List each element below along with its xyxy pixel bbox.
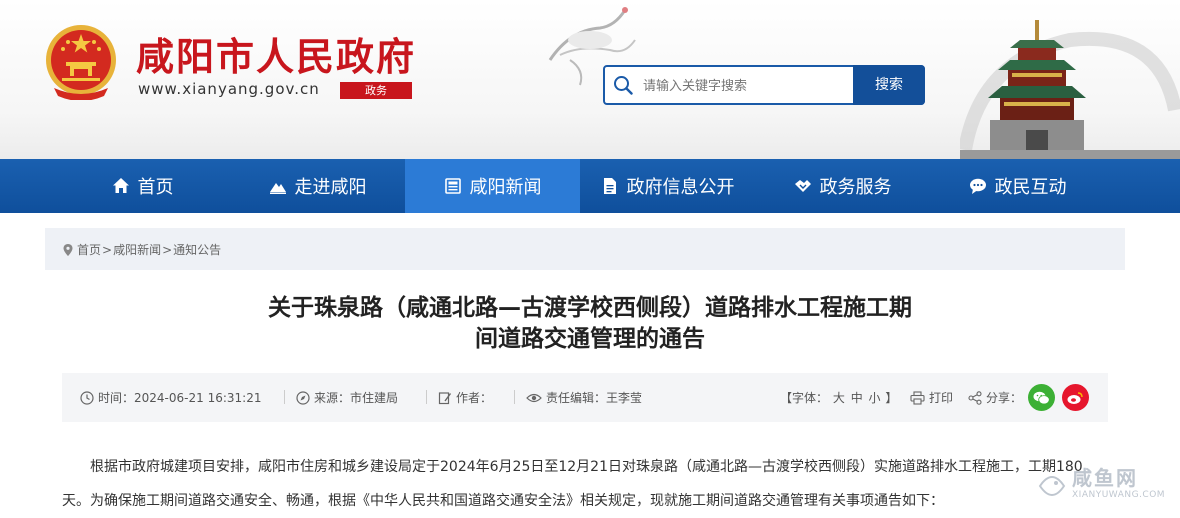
editor-value: 王李莹 (606, 391, 643, 405)
font-size-small-button[interactable]: 小 (869, 391, 881, 405)
font-size-bracket: 】 (885, 391, 898, 405)
national-emblem-icon (46, 25, 116, 100)
share-label: 分享： (986, 391, 1023, 405)
eye-icon (526, 393, 542, 402)
time-label: 时间： (98, 391, 135, 405)
nav-item-label: 政民互动 (994, 177, 1067, 198)
article-editor: 责任编辑： 王李莹 (526, 389, 642, 406)
location-pin-icon (63, 243, 73, 256)
fish-logo-icon (1038, 476, 1066, 496)
article-title-line1: 关于珠泉路（咸通北路—古渡学校西侧段）道路排水工程施工期 (268, 295, 912, 321)
breadcrumb-news[interactable]: 咸阳新闻 (113, 241, 161, 258)
home-icon (112, 178, 129, 193)
tower-decoration-icon (960, 20, 1180, 159)
wechat-icon (1033, 391, 1050, 404)
breadcrumb-separator: > (162, 242, 173, 257)
share-wechat-button[interactable] (1028, 384, 1055, 411)
source-value: 市住建局 (350, 391, 399, 405)
search-icon (614, 76, 633, 95)
site-name[interactable]: 咸阳市人民政府 (136, 26, 416, 81)
nav-item-services[interactable]: 政务服务 (755, 159, 930, 213)
clock-icon (80, 390, 94, 405)
article-body: 根据市政府城建项目安排，咸阳市住房和城乡建设局定于2024年6月25日至12月2… (62, 450, 1108, 518)
chat-icon (969, 178, 986, 194)
share-weibo-button[interactable] (1062, 384, 1089, 411)
compass-icon (296, 390, 310, 405)
article-body-line1: 根据市政府城建项目安排，咸阳市住房和城乡建设局定于2024年6月25日至12月2… (90, 459, 1083, 475)
article-source: 来源： 市住建局 (296, 389, 398, 406)
time-value: 2024-06-21 16:31:21 (134, 390, 262, 405)
share-icon (968, 390, 982, 405)
gov-tag-badge: 政务 (340, 82, 412, 99)
news-icon (444, 178, 461, 194)
breadcrumb-separator: > (102, 242, 113, 257)
meta-divider (514, 390, 515, 404)
breadcrumb-home[interactable]: 首页 (77, 241, 101, 258)
article-meta-bar: 时间： 2024-06-21 16:31:21 来源： 市住建局 作者： 责任编… (62, 373, 1108, 422)
nav-item-label: 走进咸阳 (294, 177, 367, 198)
font-size-control: 【字体： 大 中 小 】 (780, 389, 897, 406)
site-domain: www.xianyang.gov.cn (138, 80, 320, 98)
nav-item-interaction[interactable]: 政民互动 (930, 159, 1105, 213)
edit-icon (438, 391, 452, 404)
main-nav: 首页 走进咸阳 咸阳新闻 政府信息公开 政务服务 政民互动 (0, 159, 1180, 213)
watermark-url: XIANYUWANG.COM (1072, 490, 1166, 500)
article-paragraph: 根据市政府城建项目安排，咸阳市住房和城乡建设局定于2024年6月25日至12月2… (62, 450, 1108, 484)
font-size-large-button[interactable]: 大 (833, 391, 845, 405)
meta-divider (426, 390, 427, 404)
handshake-icon (794, 180, 811, 192)
print-label: 打印 (929, 391, 954, 405)
article-author: 作者： (438, 389, 492, 406)
nav-item-about[interactable]: 走进咸阳 (230, 159, 405, 213)
editor-label: 责任编辑： (546, 391, 607, 405)
nav-item-home[interactable]: 首页 (55, 159, 230, 213)
search-box: 搜索 (603, 65, 925, 105)
mountain-icon (269, 183, 286, 194)
breadcrumb-notices[interactable]: 通知公告 (173, 241, 221, 258)
article-body-line2: 天。为确保施工期间道路交通安全、畅通，根据《中华人民共和国道路交通安全法》相关规… (62, 493, 944, 509)
nav-item-gov-info[interactable]: 政府信息公开 (580, 159, 755, 213)
watermark: 咸鱼网 XIANYUWANG.COM (1036, 462, 1176, 512)
document-icon (603, 178, 616, 194)
breadcrumb-bar: 首页 > 咸阳新闻 > 通知公告 (45, 228, 1125, 270)
nav-item-label: 咸阳新闻 (469, 177, 542, 198)
article-title: 关于珠泉路（咸通北路—古渡学校西侧段）道路排水工程施工期 间道路交通管理的通告 (200, 293, 980, 355)
site-header: 咸阳市人民政府 www.xianyang.gov.cn 政务 搜索 (0, 0, 1180, 159)
publish-time: 时间： 2024-06-21 16:31:21 (80, 389, 261, 406)
nav-item-label: 首页 (137, 177, 174, 198)
watermark-name: 咸鱼网 (1072, 466, 1138, 490)
printer-icon (910, 390, 925, 405)
search-input[interactable] (641, 67, 857, 105)
font-size-label: 【字体： (780, 391, 829, 405)
nav-item-label: 政府信息公开 (626, 177, 735, 198)
breadcrumb: 首页 > 咸阳新闻 > 通知公告 (63, 241, 221, 258)
source-label: 来源： (314, 391, 351, 405)
author-label: 作者： (456, 391, 493, 405)
weibo-icon (1067, 391, 1083, 404)
nav-item-news[interactable]: 咸阳新闻 (405, 159, 580, 213)
share-section: 分享： (968, 389, 1022, 406)
print-button[interactable]: 打印 (910, 389, 953, 406)
search-button[interactable]: 搜索 (853, 65, 925, 105)
meta-divider (284, 390, 285, 404)
nav-item-label: 政务服务 (819, 177, 892, 198)
article-title-line2: 间道路交通管理的通告 (475, 326, 705, 352)
font-size-medium-button[interactable]: 中 (851, 391, 863, 405)
